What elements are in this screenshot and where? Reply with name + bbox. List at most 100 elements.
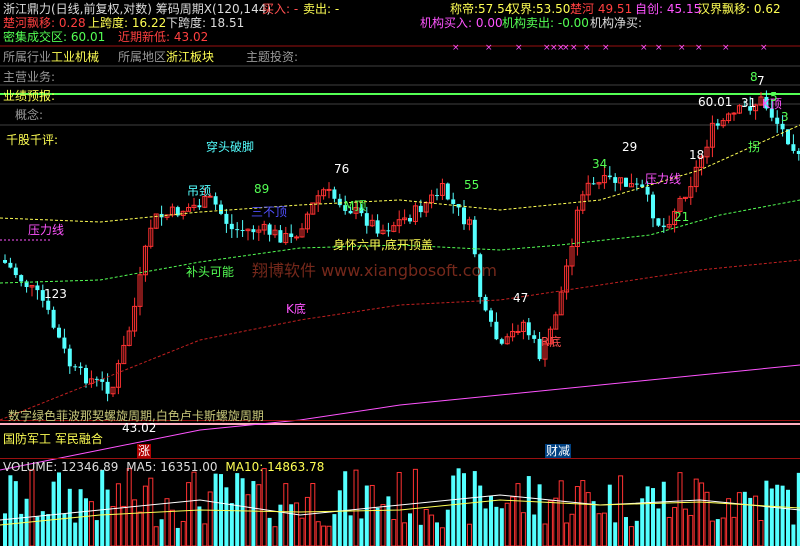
volume-bar: [304, 496, 310, 546]
volume-bar: [596, 513, 602, 546]
volume-bar: [13, 481, 18, 546]
volume-bar: [736, 492, 742, 546]
pattern-label: 补头可能: [186, 265, 235, 279]
volume-bar: [656, 508, 661, 546]
volume-bar: [121, 505, 127, 546]
volume-bar: [46, 514, 51, 546]
pattern-label: 压力线: [645, 172, 682, 186]
candle-body: [251, 229, 256, 233]
volume-bar: [618, 475, 624, 546]
candle-body: [462, 207, 466, 225]
volume-bar: [520, 512, 526, 546]
volume-bar: [386, 496, 391, 546]
candle-body: [375, 220, 380, 234]
candle-body: [483, 296, 488, 311]
volume-bar: [224, 487, 229, 546]
event-fin-tag: 财减: [545, 444, 572, 458]
volume-bar: [359, 518, 364, 546]
signal-marker: ×: [655, 43, 663, 53]
watermark: 翔博软件 www.xiangbosoft.com: [252, 261, 497, 280]
volume-bar: [343, 471, 348, 546]
volume-bar: [202, 523, 208, 546]
sector-tag: 国防军工 军民融合: [3, 432, 103, 446]
volume-bar: [628, 526, 634, 546]
candle-body: [213, 196, 218, 205]
candle-body: [100, 379, 105, 382]
cycle-number: 76: [334, 162, 350, 176]
signal-marker: ×: [570, 43, 578, 53]
volume-bar: [466, 523, 472, 546]
candle-body: [364, 213, 369, 226]
volume-bar: [478, 485, 483, 546]
volume-bar: [769, 488, 774, 546]
volume-bar: [726, 498, 732, 546]
signal-marker: ×: [722, 43, 730, 53]
volume-bar: [634, 520, 639, 546]
volume-pane-divider: [0, 458, 800, 459]
signal-marker: ×: [760, 43, 768, 53]
chart-title: 浙江鼎力(日线,前复权,对数) 筹码周期X(120,144): [3, 2, 272, 16]
volume-readout: VOLUME: 12346.89 MA5: 16351.00 MA10: 148…: [3, 460, 325, 474]
volume-bar: [494, 506, 499, 546]
volume-bar: [742, 491, 747, 546]
volume-bar: [251, 481, 256, 546]
volume-bar: [645, 486, 650, 546]
volume-bar: [693, 478, 699, 546]
pattern-label: M顶: [344, 199, 367, 213]
volume-bar: [510, 496, 516, 546]
volume-bar: [688, 514, 694, 546]
volume-bar: [169, 509, 175, 546]
candle-body: [418, 205, 423, 213]
volume-bar: [94, 520, 99, 546]
volume-bar: [180, 520, 186, 546]
candle-body: [489, 310, 493, 322]
candle-body: [613, 177, 618, 183]
up-span-readout: 上跨度: 16.22: [88, 16, 167, 30]
candle-body: [3, 260, 7, 263]
volume-bar: [402, 522, 408, 546]
chu-he-readout: 楚河 49.51: [570, 2, 633, 16]
candle-body: [73, 366, 78, 368]
signal-marker: ×: [515, 43, 523, 53]
volume-bar: [235, 473, 240, 546]
volume-bar: [186, 482, 192, 546]
volume-bar: [715, 519, 720, 546]
volume-bar: [640, 498, 645, 546]
candle-body: [105, 381, 110, 394]
volume-bar: [709, 520, 715, 546]
industry-row: 所属行业工业机械: [3, 50, 100, 64]
inst-net-readout: 机构净买:: [590, 16, 643, 30]
volume-bar: [364, 485, 369, 546]
candle-body: [197, 205, 202, 208]
volume-bar: [137, 511, 143, 546]
volume-bar: [375, 507, 380, 546]
pattern-label: R底: [541, 335, 562, 349]
inst-buy-readout: 机构买入: 0.00: [420, 16, 503, 30]
cycle-number: 55: [464, 178, 480, 192]
region-row: 所属地区浙江板块: [118, 50, 215, 64]
candle-body: [51, 309, 56, 328]
volume-bar: [240, 478, 245, 546]
candle-body: [445, 183, 450, 200]
signal-marker: ×: [583, 43, 591, 53]
volume-bar: [418, 524, 423, 546]
pattern-label: 穿头破脚: [206, 140, 255, 154]
cycle-number: 7: [757, 74, 765, 88]
volume-bar: [115, 483, 121, 546]
volume-bar: [682, 508, 688, 546]
volume-bar: [369, 484, 375, 546]
candle-body: [526, 322, 531, 336]
volume-bar: [456, 468, 461, 546]
candle-body: [78, 366, 83, 368]
candle-body: [57, 327, 61, 338]
volume-bar: [564, 522, 570, 546]
volume-bar: [29, 469, 35, 546]
volume-bar: [666, 516, 672, 546]
volume-bar: [353, 469, 359, 546]
volume-bar: [601, 512, 607, 546]
candle-body: [775, 117, 780, 124]
candle-body: [19, 275, 24, 282]
candle-body: [791, 144, 796, 151]
volume-bar: [412, 468, 418, 546]
hanjie-drift-readout: 汉界飘移: 0.62: [698, 2, 781, 16]
